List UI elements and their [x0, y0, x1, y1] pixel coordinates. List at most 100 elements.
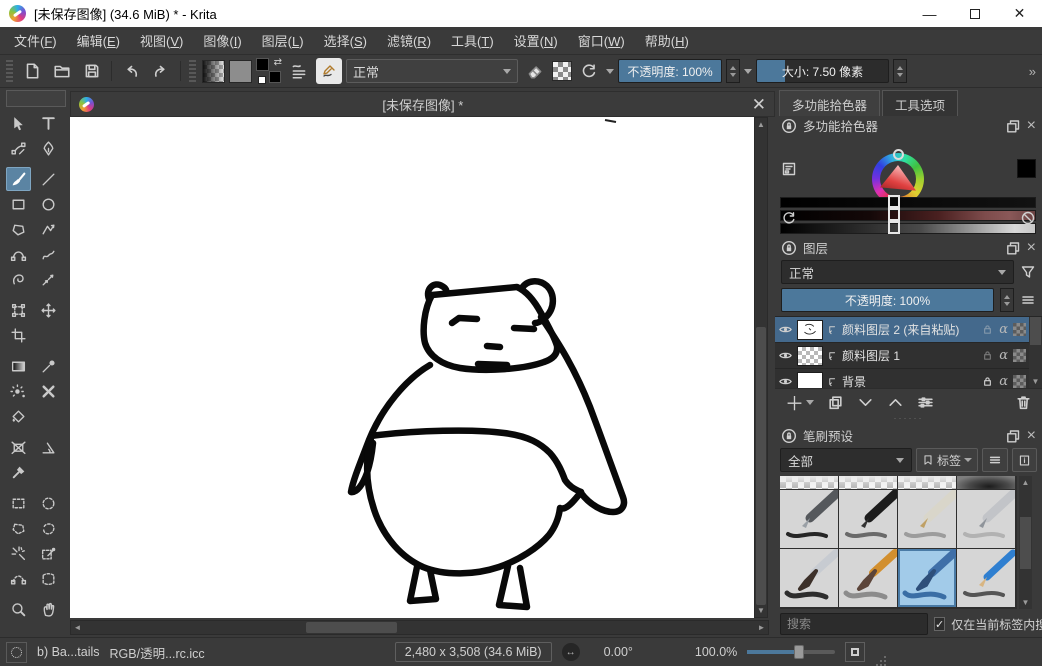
alpha-inherit-icon[interactable]: α — [999, 374, 1008, 388]
scroll-down-icon[interactable]: ▼ — [755, 604, 767, 617]
toolbox-docker-handle[interactable] — [6, 90, 66, 107]
lock-docker-icon[interactable] — [781, 428, 797, 444]
brush-preset-eraser[interactable] — [839, 476, 897, 489]
chevron-down-icon[interactable] — [744, 69, 752, 74]
save-button[interactable] — [79, 58, 105, 84]
ellipse-tool[interactable] — [36, 192, 61, 216]
vscroll-thumb[interactable] — [756, 327, 766, 605]
float-docker-icon[interactable] — [1005, 240, 1021, 256]
layer-opacity-slider[interactable]: 不透明度: 100% — [781, 288, 994, 312]
scroll-up-icon[interactable]: ▲ — [1019, 476, 1032, 489]
delete-layer-button[interactable] — [1015, 394, 1032, 411]
line-tool[interactable] — [36, 167, 61, 191]
docker-splitter[interactable]: ······ — [775, 415, 1042, 422]
scroll-down-icon[interactable]: ▼ — [1029, 375, 1042, 388]
opacity-slider[interactable]: 不透明度: 100% — [618, 59, 722, 83]
rectangle-tool[interactable] — [6, 192, 31, 216]
scroll-left-icon[interactable]: ◄ — [71, 621, 84, 634]
color-picker-tool[interactable] — [36, 354, 61, 378]
text-tool[interactable] — [36, 111, 61, 135]
preserve-alpha-button[interactable] — [552, 61, 572, 81]
lightness-bar[interactable] — [780, 223, 1036, 234]
horizontal-scrollbar[interactable]: ◄ ► — [70, 620, 769, 635]
brush-preset-pen[interactable] — [780, 490, 838, 548]
bezier-select-tool[interactable] — [6, 566, 31, 590]
foreground-background-colors[interactable]: ⇄ — [256, 58, 282, 84]
scroll-up-icon[interactable]: ▲ — [755, 118, 767, 131]
brush-preset-pen[interactable] — [957, 490, 1015, 548]
layer-thumbnail[interactable] — [797, 372, 823, 389]
gradient-tool[interactable] — [6, 354, 31, 378]
brush-preset-eraser[interactable] — [780, 476, 838, 489]
canvas[interactable] — [70, 117, 754, 618]
smart-patch-tool[interactable] — [36, 379, 61, 403]
layer-row[interactable]: 颜料图层 2 (来自粘贴)α — [775, 317, 1029, 343]
brush-preset-pen[interactable] — [839, 490, 897, 548]
undo-button[interactable] — [118, 58, 144, 84]
blend-mode-dropdown[interactable]: 正常 — [346, 59, 518, 83]
brush-preset-pencil[interactable] — [957, 549, 1015, 607]
size-spinner[interactable] — [893, 59, 907, 83]
enclose-fill-tool[interactable] — [6, 435, 31, 459]
layer-properties-button[interactable] — [917, 394, 934, 411]
contiguous-select-tool[interactable] — [6, 541, 31, 565]
brush-size-slider[interactable]: 大小: 7.50 像素 — [756, 59, 889, 83]
alpha-inherit-icon[interactable]: α — [999, 322, 1008, 337]
chevron-down-icon[interactable] — [606, 69, 614, 74]
document-tab-title[interactable]: [未保存图像] * — [94, 95, 752, 114]
menu-I[interactable]: 图像(I) — [193, 27, 251, 54]
bar-marker[interactable] — [888, 208, 900, 221]
opacity-spinner[interactable] — [726, 59, 740, 83]
new-document-button[interactable] — [19, 58, 45, 84]
layer-lock-icon[interactable] — [981, 349, 994, 362]
menu-S[interactable]: 选择(S) — [314, 27, 377, 54]
layer-list-scrollbar[interactable]: ▼ — [1029, 317, 1042, 388]
polyline-tool[interactable] — [36, 217, 61, 241]
menu-V[interactable]: 视图(V) — [130, 27, 193, 54]
colorize-mask-tool[interactable] — [6, 379, 31, 403]
shape-select-tool[interactable] — [6, 111, 31, 135]
current-brush-name[interactable]: b) Ba...tails — [37, 645, 100, 659]
color-history-bar[interactable] — [780, 197, 1036, 208]
freehand-path-tool[interactable] — [36, 242, 61, 266]
scroll-right-icon[interactable]: ► — [755, 621, 768, 634]
tab-advanced-color-selector[interactable]: 多功能拾色器 — [779, 90, 880, 116]
brush-search-input[interactable] — [780, 613, 928, 635]
reference-images-tool[interactable] — [6, 460, 31, 484]
pan-tool[interactable] — [36, 597, 61, 621]
hue-marker[interactable] — [893, 149, 904, 160]
float-docker-icon[interactable] — [1005, 118, 1021, 134]
zoom-tool[interactable] — [6, 597, 31, 621]
menu-R[interactable]: 滤镜(R) — [377, 27, 441, 54]
menu-T[interactable]: 工具(T) — [441, 27, 504, 54]
move-layer-down-button[interactable] — [857, 394, 874, 411]
menu-F[interactable]: 文件(F) — [4, 27, 67, 54]
close-docker-icon[interactable]: × — [1027, 117, 1036, 135]
duplicate-layer-button[interactable] — [827, 394, 844, 411]
calligraphy-tool[interactable] — [36, 136, 61, 160]
vertical-scrollbar[interactable]: ▲ ▼ — [754, 117, 768, 618]
alpha-lock-icon[interactable] — [1013, 375, 1026, 388]
swap-colors-icon[interactable]: ⇄ — [274, 57, 282, 68]
layer-lock-icon[interactable] — [981, 323, 994, 336]
edit-shapes-tool[interactable] — [6, 136, 31, 160]
toolbar-grip[interactable] — [6, 60, 13, 82]
layer-name[interactable]: 颜料图层 1 — [842, 347, 977, 364]
hscroll-thumb[interactable] — [306, 622, 397, 633]
brush-outline-toggle[interactable] — [6, 642, 27, 663]
brush-grid-scrollbar[interactable]: ▲ ▼ — [1019, 476, 1032, 609]
menu-L[interactable]: 图层(L) — [252, 27, 314, 54]
dynamic-brush-tool[interactable] — [6, 267, 31, 291]
close-docker-icon[interactable]: × — [1027, 427, 1036, 445]
zoom-slider-thumb[interactable] — [794, 645, 804, 659]
choose-brush-preset-button[interactable] — [286, 58, 312, 84]
no-color-icon[interactable] — [1020, 210, 1036, 226]
measure-tool[interactable] — [36, 435, 61, 459]
zoom-level-label[interactable]: 100.0% — [695, 645, 737, 659]
layer-thumbnail[interactable] — [797, 320, 823, 340]
reload-preset-button[interactable] — [576, 58, 602, 84]
close-docker-icon[interactable]: × — [1027, 239, 1036, 257]
freehand-brush-tool[interactable] — [6, 167, 31, 191]
move-layer-up-button[interactable] — [887, 394, 904, 411]
similar-select-tool[interactable] — [36, 541, 61, 565]
